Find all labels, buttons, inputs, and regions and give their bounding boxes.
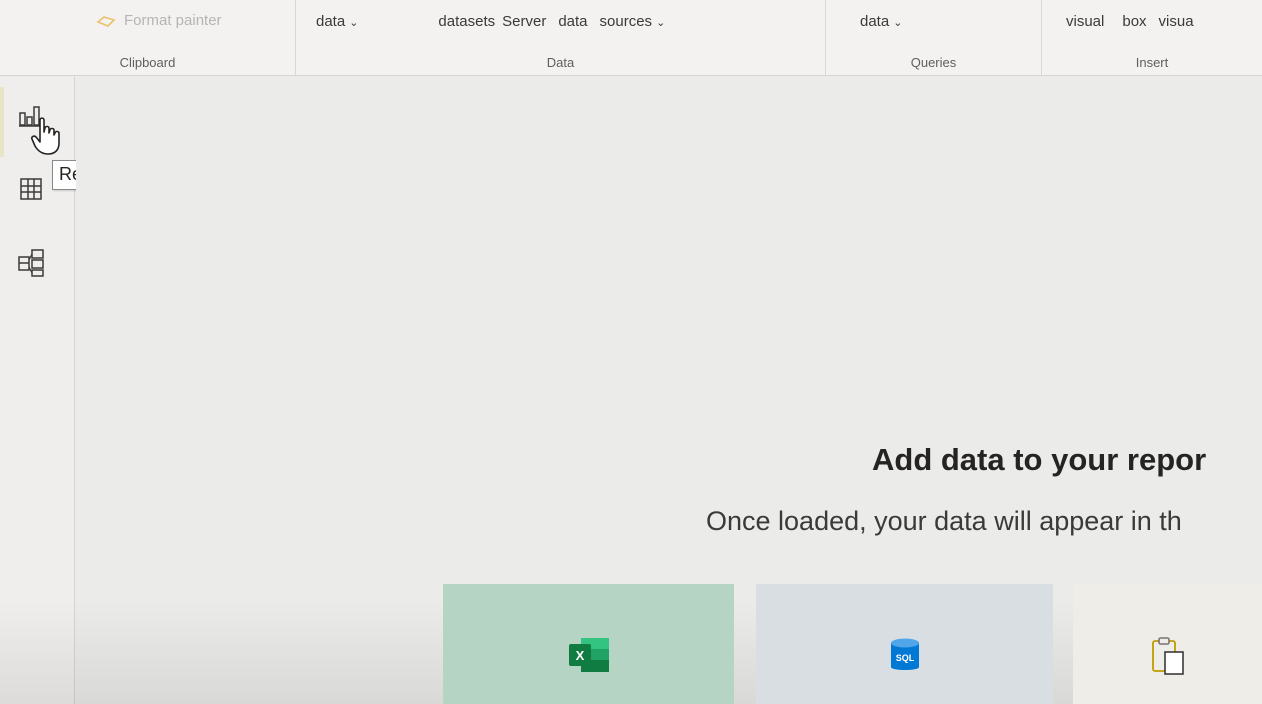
get-data-button[interactable]: data ⌄ <box>316 13 358 30</box>
clipboard-caption: Clipboard <box>119 55 176 70</box>
paste-icon <box>1151 637 1184 675</box>
sql-icon-label: SQL <box>895 653 914 663</box>
queries-caption: Queries <box>910 55 957 70</box>
insert-caption: Insert <box>1135 55 1169 70</box>
chevron-down-icon: ⌄ <box>656 16 666 29</box>
data-group: data ⌄ datasets Server data sources ⌄ Data <box>296 0 826 76</box>
more-visuals-button[interactable]: visua <box>1159 13 1194 30</box>
active-indicator <box>0 87 4 157</box>
empty-state-heading: Add data to your repor <box>872 442 1207 477</box>
ribbon: Format painter Clipboard data ⌄ datasets … <box>0 0 1262 76</box>
table-icon <box>20 178 42 200</box>
format-painter-button[interactable]: Format painter <box>96 12 222 29</box>
chevron-down-icon: ⌄ <box>349 16 359 29</box>
model-icon <box>18 249 44 277</box>
transform-data-button[interactable]: data ⌄ <box>860 13 902 30</box>
sql-server-button[interactable]: Server <box>502 13 546 30</box>
new-visual-button[interactable]: visual <box>1066 13 1104 30</box>
chevron-down-icon: ⌄ <box>893 16 903 29</box>
data-caption: Data <box>546 55 575 70</box>
hand-cursor-icon <box>31 117 60 155</box>
paste-data-tile[interactable] <box>1073 584 1262 704</box>
import-from-excel-tile[interactable]: X <box>443 584 734 704</box>
sources-button[interactable]: sources ⌄ <box>600 13 666 30</box>
sql-icon: SQL <box>890 638 919 670</box>
excel-icon: X <box>568 638 609 672</box>
nav-data-view[interactable] <box>10 169 52 209</box>
datasets-button[interactable]: datasets <box>438 13 495 30</box>
text-box-button[interactable]: box <box>1122 13 1146 30</box>
empty-state-subheading: Once loaded, your data will appear in th <box>706 506 1182 536</box>
nav-model-view[interactable] <box>10 243 52 283</box>
recent-sources-button[interactable]: data <box>558 13 587 30</box>
clipboard-group: Format painter Clipboard <box>0 0 296 76</box>
format-painter-icon <box>96 15 116 27</box>
powerbi-window: Format painter Clipboard data ⌄ datasets … <box>0 0 1262 704</box>
svg-text:X: X <box>575 648 584 663</box>
import-from-sql-tile[interactable]: SQL <box>756 584 1053 704</box>
insert-group: visual box visua Insert <box>1042 0 1262 76</box>
queries-group: data ⌄ Queries <box>826 0 1042 76</box>
